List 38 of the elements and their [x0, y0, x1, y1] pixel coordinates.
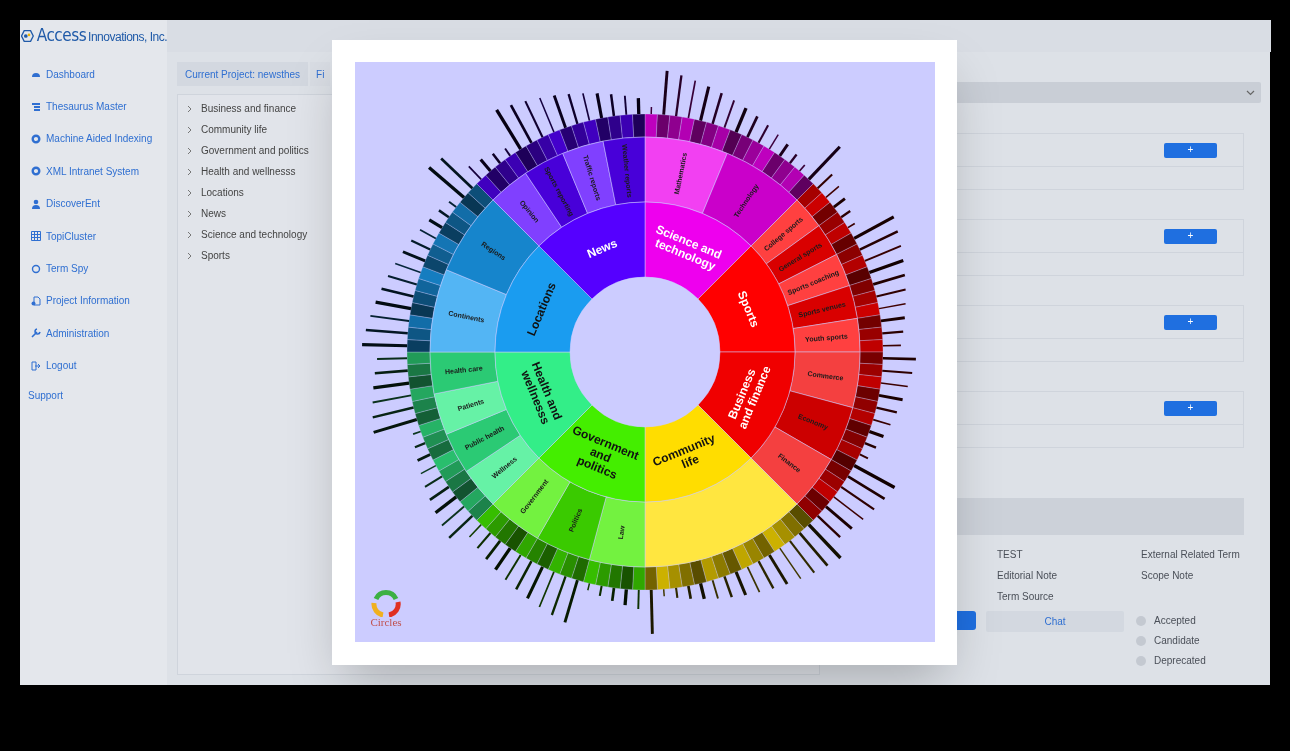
- sidebar-item[interactable]: Machine Aided Indexing: [20, 122, 167, 156]
- segment-label: Sports: [734, 288, 763, 330]
- tree-item[interactable]: Science and technology: [178, 224, 308, 245]
- add-button[interactable]: +: [1164, 400, 1217, 416]
- tree-item[interactable]: News: [178, 203, 226, 224]
- sidebar-item[interactable]: XML Intranet System: [20, 155, 167, 188]
- tree-item[interactable]: Health and wellnesss: [178, 161, 296, 182]
- radio-label: Candidate: [1154, 634, 1200, 648]
- tree-item[interactable]: Government and politics: [178, 140, 309, 161]
- tab[interactable]: Fi: [310, 62, 331, 86]
- field-label: External Related Term: [1141, 548, 1241, 561]
- sidebar-item[interactable]: Thesaurus Master: [20, 90, 167, 123]
- add-button[interactable]: +: [1164, 142, 1217, 158]
- support-link[interactable]: Support: [28, 387, 64, 403]
- tree-item[interactable]: Sports: [178, 245, 230, 266]
- chat-button[interactable]: Chat: [986, 611, 1124, 632]
- sidebar-item[interactable]: TopiCluster: [20, 219, 167, 253]
- tree-item[interactable]: Locations: [178, 182, 244, 203]
- field-label: Term Source: [997, 590, 1055, 603]
- brand-name: Access Innovations, Inc.: [36, 24, 167, 48]
- sidebar-item[interactable]: Project Information: [20, 284, 167, 318]
- add-button[interactable]: +: [1164, 314, 1217, 330]
- logo-text: Circles: [370, 617, 402, 628]
- field-label: Editorial Note: [997, 569, 1059, 582]
- segment-label: News: [584, 236, 620, 261]
- radio-label: Deprecated: [1154, 654, 1206, 668]
- sidebar-item[interactable]: Administration: [20, 317, 167, 350]
- add-button[interactable]: +: [1164, 228, 1217, 244]
- tree-item[interactable]: Business and finance: [178, 98, 297, 119]
- sidebar-item[interactable]: DiscoverEnt: [20, 187, 167, 220]
- tab[interactable]: Current Project: newsthes: [177, 62, 309, 86]
- sidebar-item[interactable]: Term Spy: [20, 252, 167, 285]
- radio-label: Accepted: [1154, 614, 1196, 628]
- sidebar-item[interactable]: Logout: [20, 349, 167, 382]
- tree-item[interactable]: Community life: [178, 119, 268, 140]
- sidebar-item[interactable]: Dashboard: [20, 58, 167, 91]
- field-label: TEST: [997, 548, 1024, 561]
- field-label: Scope Note: [1141, 569, 1195, 582]
